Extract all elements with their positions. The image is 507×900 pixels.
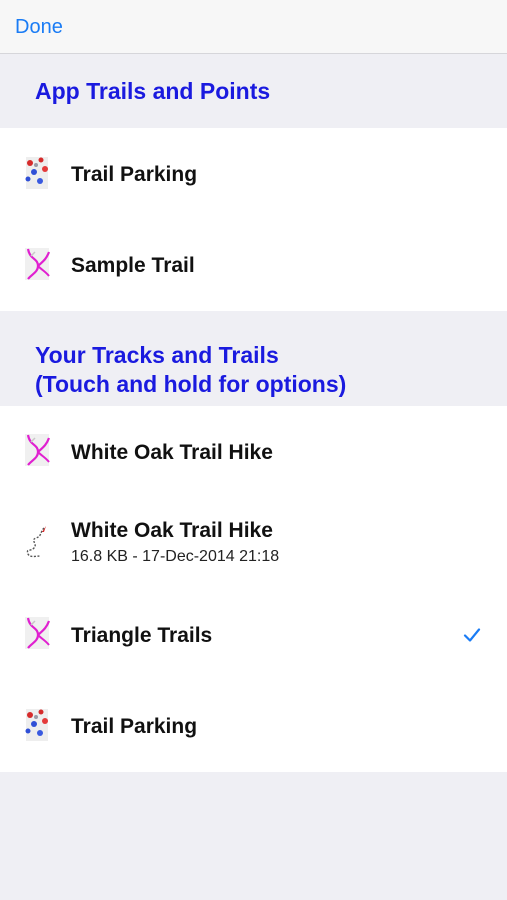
navigation-bar: Done: [0, 0, 507, 54]
trail-map-icon: [25, 434, 51, 466]
list-item-title: White Oak Trail Hike: [71, 519, 273, 542]
done-button[interactable]: Done: [15, 16, 63, 39]
app-trails-list: Trail Parking Sample Trail: [0, 128, 507, 311]
list-item-subtitle: 16.8 KB - 17-Dec-2014 21:18: [71, 548, 280, 565]
list-item-title: Trail Parking: [71, 715, 198, 738]
list-item-white-oak-trail-hike-track[interactable]: White Oak Trail Hike 16.8 KB - 17-Dec-20…: [0, 498, 507, 589]
list-item-title: White Oak Trail Hike: [71, 441, 273, 464]
list-item-triangle-trails[interactable]: Triangle Trails: [0, 589, 507, 681]
list-item-title: Sample Trail: [71, 254, 195, 277]
list-item-trail-parking-2[interactable]: Trail Parking: [0, 681, 507, 772]
list-item-sample-trail[interactable]: Sample Trail: [0, 220, 507, 311]
trail-map-icon: [25, 248, 51, 280]
your-tracks-list: White Oak Trail Hike White Oak Trail Hik…: [0, 406, 507, 772]
parking-points-icon: [25, 157, 48, 189]
section-header-your-tracks: Your Tracks and Trails (Touch and hold f…: [35, 341, 346, 399]
list-item-title: Triangle Trails: [71, 624, 213, 647]
section-header-app-trails: App Trails and Points: [35, 78, 271, 104]
gps-track-icon: [26, 526, 46, 558]
parking-points-icon: [25, 709, 48, 741]
checkmark-icon: [463, 628, 481, 642]
list-item-white-oak-trail-hike[interactable]: White Oak Trail Hike: [0, 406, 507, 498]
trail-map-icon: [25, 617, 51, 649]
section-header-line-2: (Touch and hold for options): [35, 371, 347, 397]
list-item-title: Trail Parking: [71, 163, 198, 186]
list-item-trail-parking[interactable]: Trail Parking: [0, 128, 507, 220]
section-header-line-1: Your Tracks and Trails: [35, 342, 279, 368]
